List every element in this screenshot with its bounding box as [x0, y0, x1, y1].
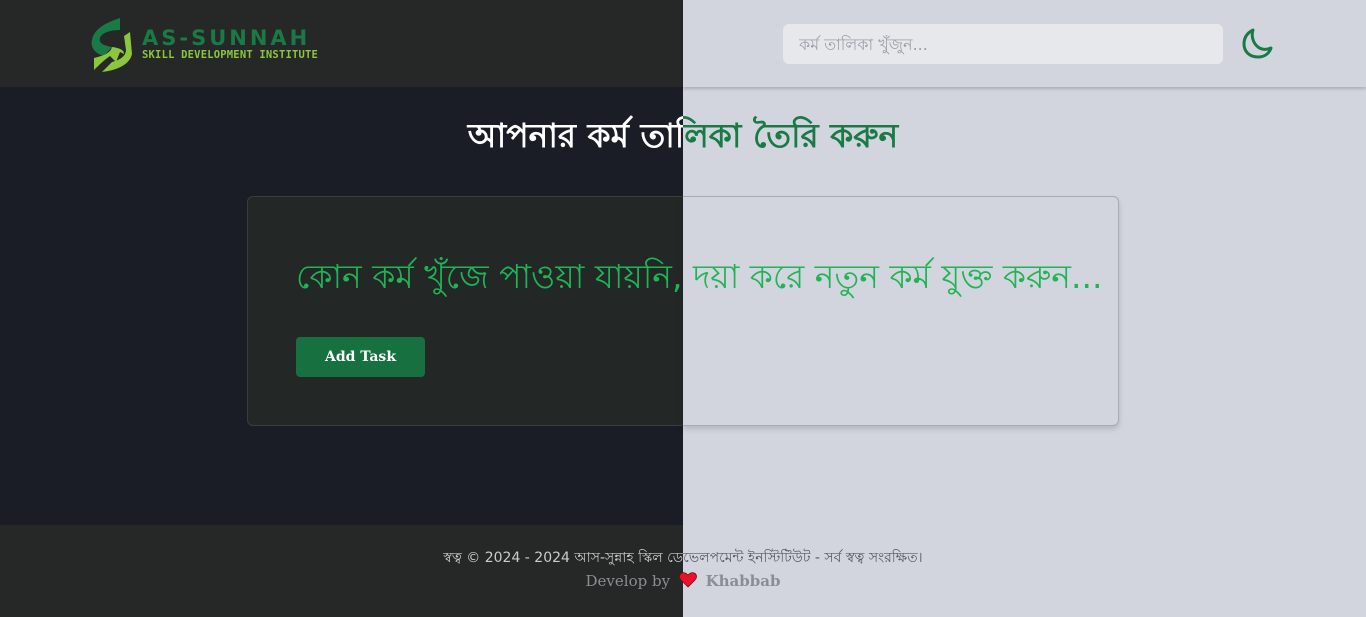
add-task-button[interactable]: Add Task: [296, 337, 425, 377]
footer-copyright-overlay: স্বত্ব © 2024 - 2024 আস-সুন্নাহ স্কিল ডে…: [683, 550, 923, 566]
develop-by-label: Develop by: [585, 572, 671, 590]
footer-copyright: স্বত্ব © 2024 - 2024 আস-সুন্নাহ স্কিল ডে…: [443, 550, 683, 566]
footer-credit: Develop by Khabbab: [0, 571, 1366, 591]
left-half-content: আপনার কর্ম তালিকা তৈরি করুন স্বত্ব © 202…: [0, 0, 683, 617]
page-title-overlay: আপনার কর্ম তালিকা তৈরি করুন: [683, 116, 899, 155]
right-half-content: আপনার কর্ম তালিকা তৈরি করুন স্বত্ব © 202…: [683, 0, 1366, 617]
empty-state-message: কোন কর্ম খুঁজে পাওয়া যায়নি, দয়া করে ন…: [296, 257, 1103, 296]
heart-icon: [678, 572, 697, 588]
developer-name[interactable]: Khabbab: [706, 572, 781, 590]
page-title: আপনার কর্ম তালিকা তৈরি করুন: [467, 116, 683, 155]
